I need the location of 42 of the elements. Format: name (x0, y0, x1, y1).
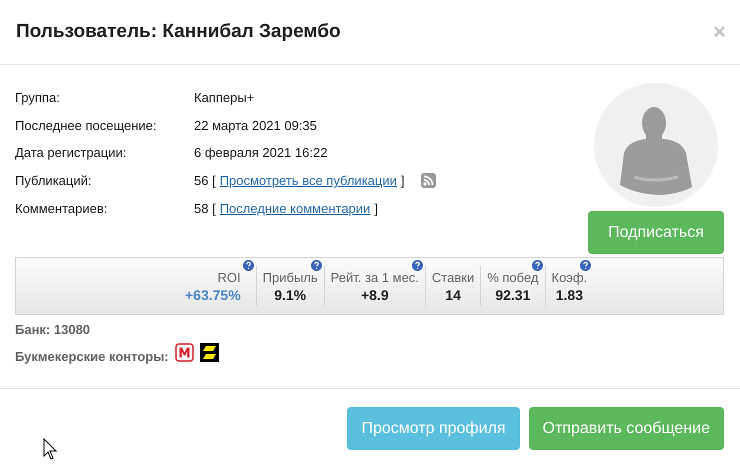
send-message-button[interactable]: Отправить сообщение (528, 407, 724, 450)
help-icon[interactable] (242, 260, 254, 271)
field-value: 58 [ (194, 200, 216, 216)
subscribe-button[interactable]: Подписаться (588, 211, 724, 254)
stat-label: Рейт. за 1 мес. (330, 270, 419, 284)
field-value: Капперы+ (194, 90, 254, 105)
view-profile-button[interactable]: Просмотр профиля (347, 407, 520, 450)
field-label: Дата регистрации: (15, 145, 128, 160)
dialog-title: Пользователь: Каннибал Зарембо (16, 21, 341, 43)
field-label: Комментариев: (15, 200, 108, 216)
stat-value: 14 (445, 286, 461, 302)
avatar-icon (594, 83, 718, 207)
help-icon[interactable] (532, 260, 542, 271)
stat-label: Коэф. (552, 270, 588, 284)
field-label: Группа: (15, 90, 61, 105)
field-value: 56 [ (194, 173, 216, 188)
field-value: 6 февраля 2021 16:22 (194, 145, 328, 160)
rss-icon[interactable] (420, 173, 436, 188)
stat-label: % побед (487, 270, 538, 284)
help-icon[interactable] (580, 260, 592, 271)
bookmakers-label: Букмекерские конторы: (15, 349, 169, 364)
link[interactable]: Последние комментарии (220, 200, 370, 216)
bracket: ] (400, 173, 404, 188)
help-icon[interactable] (412, 260, 423, 271)
bookmaker-logo[interactable] (200, 343, 219, 362)
help-icon[interactable] (310, 260, 322, 271)
close-button[interactable]: × (713, 19, 726, 45)
stat-value: 92.31 (495, 286, 530, 302)
stat-label: Ставки (432, 270, 474, 284)
field-label: Последнее посещение: (15, 118, 158, 133)
stat-value: 1.83 (556, 286, 583, 302)
field-value: 22 марта 2021 09:35 (194, 118, 317, 133)
bracket: ] (374, 200, 378, 216)
bank-amount: Банк: 13080 (15, 322, 92, 337)
field-label: Публикаций: (15, 173, 92, 188)
stat-value: +8.9 (360, 286, 389, 302)
link[interactable]: Просмотреть все публикации (220, 173, 397, 188)
stat-value: +63.75% (185, 286, 241, 302)
stat-value: 9.1% (274, 286, 306, 302)
cursor-icon (43, 438, 57, 460)
stat-label: ROI (218, 270, 241, 284)
stat-label: Прибыль (262, 270, 318, 284)
